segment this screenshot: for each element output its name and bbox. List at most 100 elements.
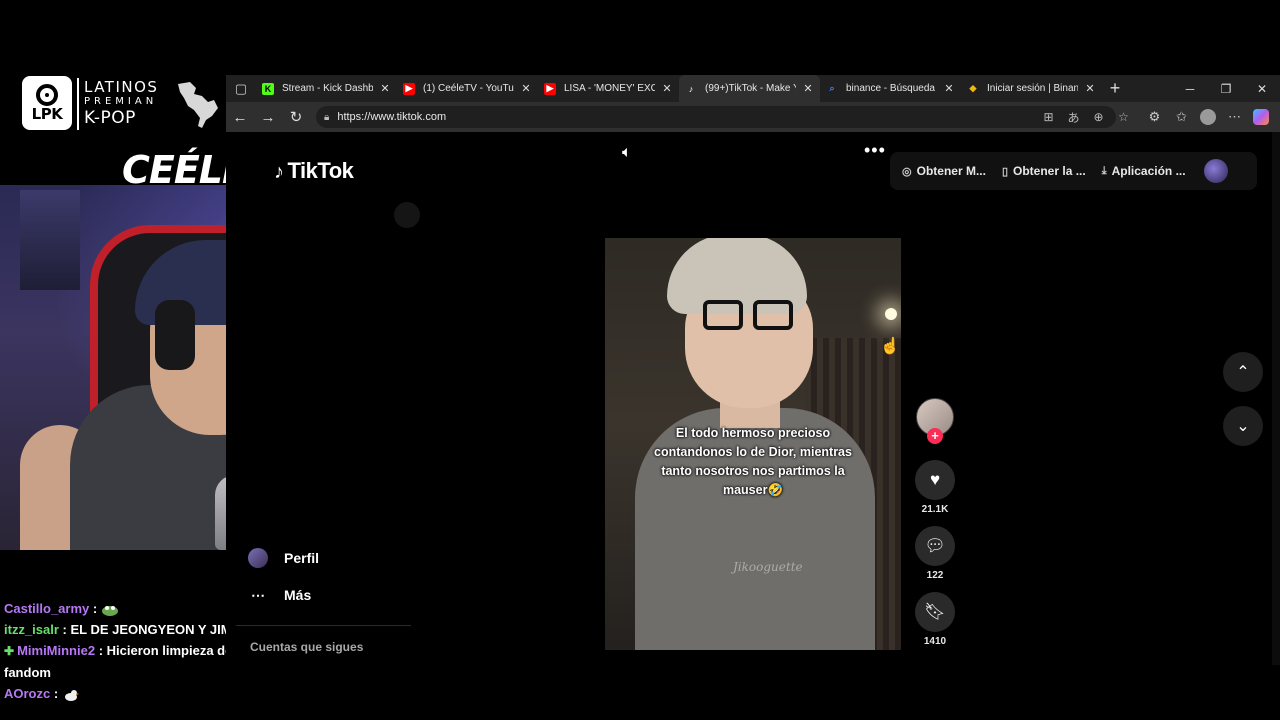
- follow-plus-icon[interactable]: +: [927, 428, 943, 444]
- tab-kick[interactable]: K Stream - Kick Dashboard ✕: [256, 75, 397, 102]
- lpk-logo-text: LPK: [31, 105, 63, 123]
- video-watermark: Jikooguette: [733, 560, 803, 574]
- url-bar-icons: ⊞ あ ⊕ ☆: [1036, 106, 1136, 128]
- like-count: 21.1K: [921, 504, 949, 515]
- chat-message: Castillo_army :: [4, 598, 264, 619]
- duck-emote-icon: [64, 689, 79, 701]
- tiktok-icon: ♪: [688, 83, 694, 94]
- search-button[interactable]: [394, 202, 420, 228]
- chevron-up-icon: ⌃: [1236, 364, 1250, 381]
- chevron-down-icon: ⌄: [1236, 418, 1250, 435]
- favorite-star-icon[interactable]: ☆: [1111, 110, 1136, 124]
- desktop-app-button[interactable]: ⤓ Aplicación ...: [1102, 164, 1186, 178]
- close-icon[interactable]: ✕: [1084, 82, 1096, 95]
- chat-username[interactable]: MimiMinnie2: [17, 643, 95, 658]
- get-coins-button[interactable]: ◎ Obtener M...: [902, 164, 986, 178]
- more-options-icon[interactable]: •••: [864, 140, 886, 161]
- more-dots-icon: ⋯: [251, 586, 265, 603]
- tiktok-page: ♪ TikTok Perfil ⋯ Más Cuentas que sigues …: [226, 132, 1280, 665]
- comment-button[interactable]: 💬︎: [915, 526, 955, 566]
- chat-message: AOrozc :: [4, 683, 264, 704]
- sidebar-item-more[interactable]: ⋯ Más: [248, 585, 311, 605]
- reload-icon[interactable]: ↻: [282, 102, 310, 132]
- tab-actions-icon[interactable]: ▢: [226, 75, 256, 102]
- comment-icon: 💬︎: [924, 536, 946, 555]
- forward-icon[interactable]: →: [254, 102, 282, 132]
- extensions-icon[interactable]: ⚙: [1141, 109, 1168, 125]
- tab-binance-login[interactable]: ◆ Iniciar sesión | Binance ✕: [961, 75, 1102, 102]
- tab-title: Stream - Kick Dashboard: [282, 83, 373, 94]
- translate-icon[interactable]: あ: [1061, 109, 1086, 126]
- previous-video-button[interactable]: ⌃: [1223, 352, 1263, 392]
- url-input[interactable]: 🔒︎ https://www.tiktok.com: [316, 106, 1116, 128]
- chat-message: ✚ MimiMinnie2 : Hicieron limpieza de fand…: [4, 643, 233, 680]
- page-scrollbar[interactable]: [1272, 132, 1280, 665]
- restore-icon[interactable]: ❐: [1208, 75, 1244, 102]
- top-actions-bar: ◎ Obtener M... ▯ Obtener la ... ⤓ Aplicació…: [890, 152, 1257, 190]
- close-icon[interactable]: ✕: [379, 82, 391, 95]
- chat-username[interactable]: itzz_isalr: [4, 622, 59, 637]
- brand-line-premian: PREMIAN: [84, 96, 158, 107]
- close-icon[interactable]: ✕: [520, 82, 532, 95]
- following-heading: Cuentas que sigues: [250, 640, 364, 654]
- like-button[interactable]: ♥: [915, 460, 955, 500]
- tab-tiktok[interactable]: ♪ (99+)TikTok - Make Your Day ✕: [679, 75, 820, 102]
- brand-text: LATINOS PREMIAN K-POP: [84, 78, 174, 128]
- tab-title: Iniciar sesión | Binance: [987, 83, 1078, 94]
- tiktok-logo-text: TikTok: [287, 158, 354, 183]
- window-controls: ─ ❐ ✕: [1172, 75, 1280, 102]
- profile-avatar-icon: [248, 548, 268, 568]
- close-icon[interactable]: ✕: [943, 82, 955, 95]
- chat-message: itzz_isalr : EL DE JEONGYEON Y JIMIN: [4, 622, 245, 637]
- minimize-icon[interactable]: ─: [1172, 75, 1208, 102]
- video-player[interactable]: El todo hermoso precioso contandonos lo …: [605, 238, 901, 650]
- url-text: https://www.tiktok.com: [337, 111, 447, 123]
- headset-icon: [155, 300, 195, 370]
- tab-youtube-lisa[interactable]: ▶ LISA - 'MONEY' EXCLUSIVE ✕: [538, 75, 679, 102]
- lpk-logo: LPK: [22, 76, 72, 130]
- address-bar-row: ← → ↻ 🔒︎ https://www.tiktok.com ⊞ あ ⊕ ☆ …: [226, 102, 1280, 132]
- save-button[interactable]: 🔖︎: [915, 592, 955, 632]
- new-tab-button[interactable]: +: [1102, 78, 1128, 99]
- chat-message-text: EL DE JEONGYEON Y JIMIN: [70, 622, 245, 637]
- browser-window: ▢ K Stream - Kick Dashboard ✕ ▶ (1) Ceél…: [226, 75, 1280, 665]
- favorites-icon[interactable]: ✩: [1168, 109, 1195, 125]
- sidebar-divider: [236, 625, 411, 626]
- sidebar-item-profile[interactable]: Perfil: [248, 548, 319, 568]
- profile-avatar[interactable]: [1200, 109, 1216, 125]
- tab-binance-search[interactable]: ⌕ binance - Búsqueda ✕: [820, 75, 961, 102]
- search-icon: ⌕: [829, 83, 835, 93]
- user-avatar[interactable]: [1203, 159, 1228, 183]
- webcam-shelf: [20, 190, 80, 290]
- chat-username[interactable]: Castillo_army: [4, 601, 89, 616]
- hand-cursor-icon: ☝: [880, 338, 900, 355]
- latin-america-map-icon: [178, 82, 218, 128]
- volume-icon[interactable]: 🔈︎: [622, 144, 632, 162]
- glasses-right: [753, 300, 793, 330]
- close-window-icon[interactable]: ✕: [1244, 75, 1280, 102]
- zoom-icon[interactable]: ⊕: [1086, 110, 1111, 124]
- chat-username[interactable]: AOrozc: [4, 686, 50, 701]
- get-app-button[interactable]: ▯ Obtener la ...: [1002, 164, 1086, 178]
- back-icon[interactable]: ←: [226, 102, 254, 132]
- lock-icon[interactable]: 🔒︎: [324, 112, 329, 123]
- tab-youtube-ceele[interactable]: ▶ (1) CeéleTV - YouTube ✕: [397, 75, 538, 102]
- tab-title: LISA - 'MONEY' EXCLUSIVE: [564, 83, 655, 94]
- save-count: 1410: [923, 636, 947, 647]
- copilot-icon[interactable]: [1253, 109, 1269, 125]
- brand-line-latinos: LATINOS: [84, 78, 159, 96]
- bookmark-icon: 🔖︎: [924, 602, 946, 621]
- coin-icon: ◎: [902, 165, 912, 178]
- youtube-icon: ▶: [544, 82, 556, 95]
- more-menu-icon[interactable]: ⋯: [1221, 109, 1248, 125]
- video-lamp: [885, 308, 897, 320]
- phone-icon: ▯: [1001, 165, 1009, 178]
- next-video-button[interactable]: ⌄: [1223, 406, 1263, 446]
- app-install-icon[interactable]: ⊞: [1036, 110, 1061, 124]
- tab-title: (99+)TikTok - Make Your Day: [705, 83, 796, 94]
- close-icon[interactable]: ✕: [661, 82, 673, 95]
- tab-title: binance - Búsqueda: [846, 83, 935, 94]
- close-icon[interactable]: ✕: [802, 82, 814, 95]
- glasses-left: [703, 300, 743, 330]
- tiktok-logo[interactable]: ♪ TikTok: [274, 158, 354, 184]
